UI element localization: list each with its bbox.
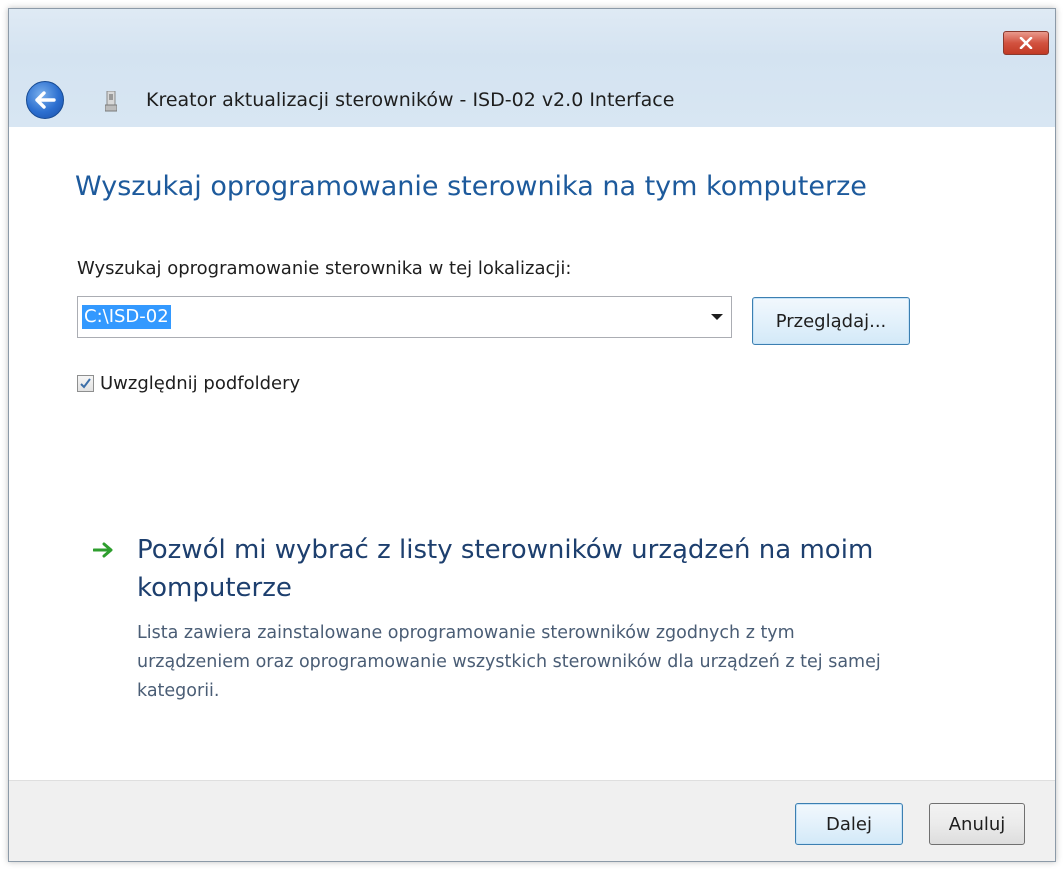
dropdown-arrow-icon[interactable] — [711, 314, 723, 320]
cancel-button[interactable]: Anuluj — [929, 803, 1025, 845]
location-value[interactable]: C:\ISD-02 — [82, 305, 171, 329]
wizard-footer: Dalej Anuluj — [9, 780, 1055, 861]
include-subfolders-checkbox[interactable] — [77, 374, 94, 392]
page-heading: Wyszukaj oprogramowanie sterownika na ty… — [75, 171, 867, 202]
browse-button[interactable]: Przeglądaj... — [752, 297, 910, 345]
close-button[interactable] — [1003, 31, 1049, 55]
checkmark-icon — [80, 377, 91, 389]
pick-from-list-description: Lista zawiera zainstalowane oprogramowan… — [137, 623, 881, 701]
usb-device-icon — [105, 91, 117, 112]
next-button[interactable]: Dalej — [795, 803, 903, 845]
window-title: Kreator aktualizacji sterowników - ISD-0… — [146, 89, 675, 111]
green-arrow-icon — [93, 542, 113, 558]
include-subfolders-row[interactable]: Uwzględnij podfoldery — [77, 371, 300, 395]
driver-update-wizard-window: Kreator aktualizacji sterowników - ISD-0… — [8, 8, 1056, 862]
back-button[interactable] — [26, 81, 64, 119]
location-combobox[interactable]: C:\ISD-02 — [77, 296, 732, 338]
include-subfolders-label[interactable]: Uwzględnij podfoldery — [100, 373, 300, 394]
back-arrow-icon — [35, 91, 56, 109]
location-label: Wyszukaj oprogramowanie sterownika w tej… — [77, 258, 572, 279]
title-bar: Kreator aktualizacji sterowników - ISD-0… — [9, 9, 1055, 127]
pick-from-list-title[interactable]: Pozwól mi wybrać z listy sterowników urz… — [137, 531, 897, 607]
close-x-icon — [1019, 37, 1033, 49]
